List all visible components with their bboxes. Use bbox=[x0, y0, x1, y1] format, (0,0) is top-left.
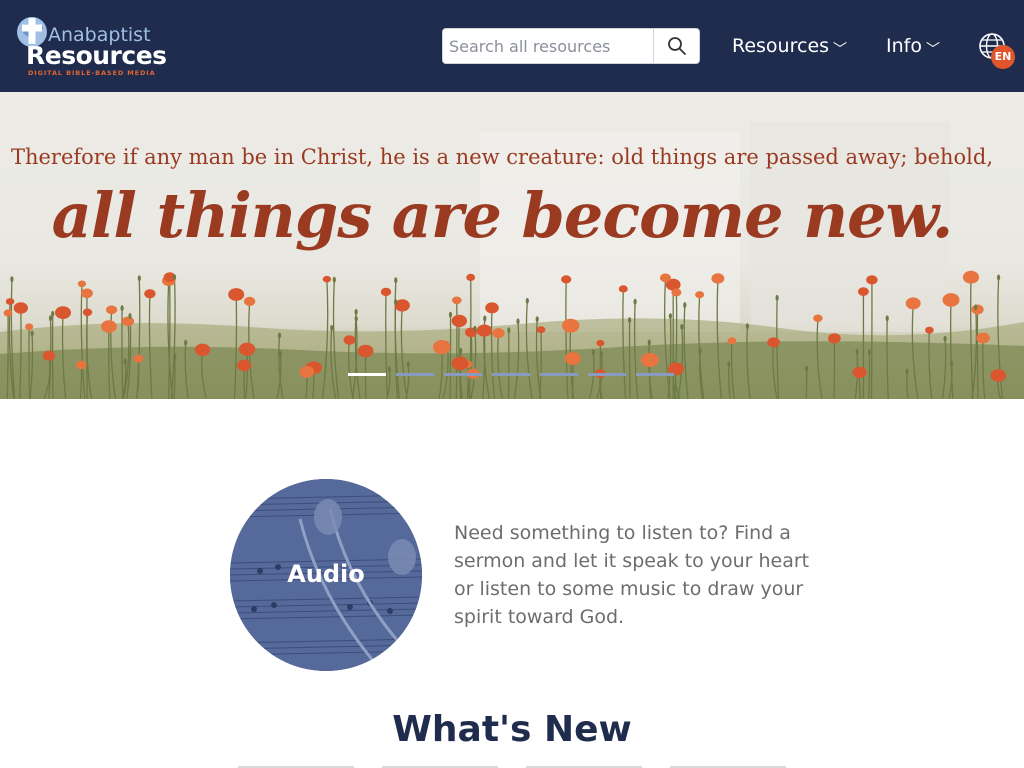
chevron-down-icon: ﹀ bbox=[833, 42, 848, 58]
audio-category-description: Need something to listen to? Find a serm… bbox=[454, 522, 810, 628]
hero-verse-line-1: Therefore if any man be in Christ, he is… bbox=[10, 145, 994, 169]
language-selector[interactable]: EN bbox=[976, 30, 1016, 70]
search-box bbox=[442, 28, 700, 64]
audio-category-label: Audio bbox=[287, 560, 365, 588]
hero-banner[interactable]: Therefore if any man be in Christ, he is… bbox=[0, 92, 1024, 399]
carousel-dot[interactable] bbox=[492, 373, 530, 376]
carousel-dot[interactable] bbox=[396, 373, 434, 376]
chevron-down-icon: ﹀ bbox=[925, 42, 940, 58]
carousel-dot[interactable] bbox=[348, 373, 386, 376]
carousel-dot[interactable] bbox=[588, 373, 626, 376]
search-button[interactable] bbox=[653, 29, 699, 63]
whats-new-heading: What's New bbox=[392, 709, 632, 750]
search-input[interactable] bbox=[443, 29, 649, 63]
nav-info-label: Info bbox=[886, 35, 922, 57]
nav-resources-label: Resources bbox=[732, 35, 830, 57]
site-header: Anabaptist Resources DIGITAL BIBLE-BASED… bbox=[0, 0, 1024, 92]
site-logo[interactable]: Anabaptist Resources DIGITAL BIBLE-BASED… bbox=[14, 14, 174, 80]
carousel-dot[interactable] bbox=[444, 373, 482, 376]
carousel-dot[interactable] bbox=[636, 373, 674, 376]
audio-category-card[interactable]: Audio bbox=[230, 479, 422, 671]
search-icon bbox=[668, 37, 686, 55]
carousel-dot[interactable] bbox=[540, 373, 578, 376]
hero-verse-line-2: all things are become new. bbox=[51, 179, 954, 252]
logo-text-main: Resources bbox=[26, 41, 167, 70]
nav-resources-menu[interactable]: Resources ﹀ bbox=[732, 34, 847, 60]
logo-tagline: DIGITAL BIBLE-BASED MEDIA bbox=[28, 69, 156, 77]
language-code-badge: EN bbox=[991, 45, 1015, 69]
nav-info-menu[interactable]: Info ﹀ bbox=[886, 34, 940, 60]
